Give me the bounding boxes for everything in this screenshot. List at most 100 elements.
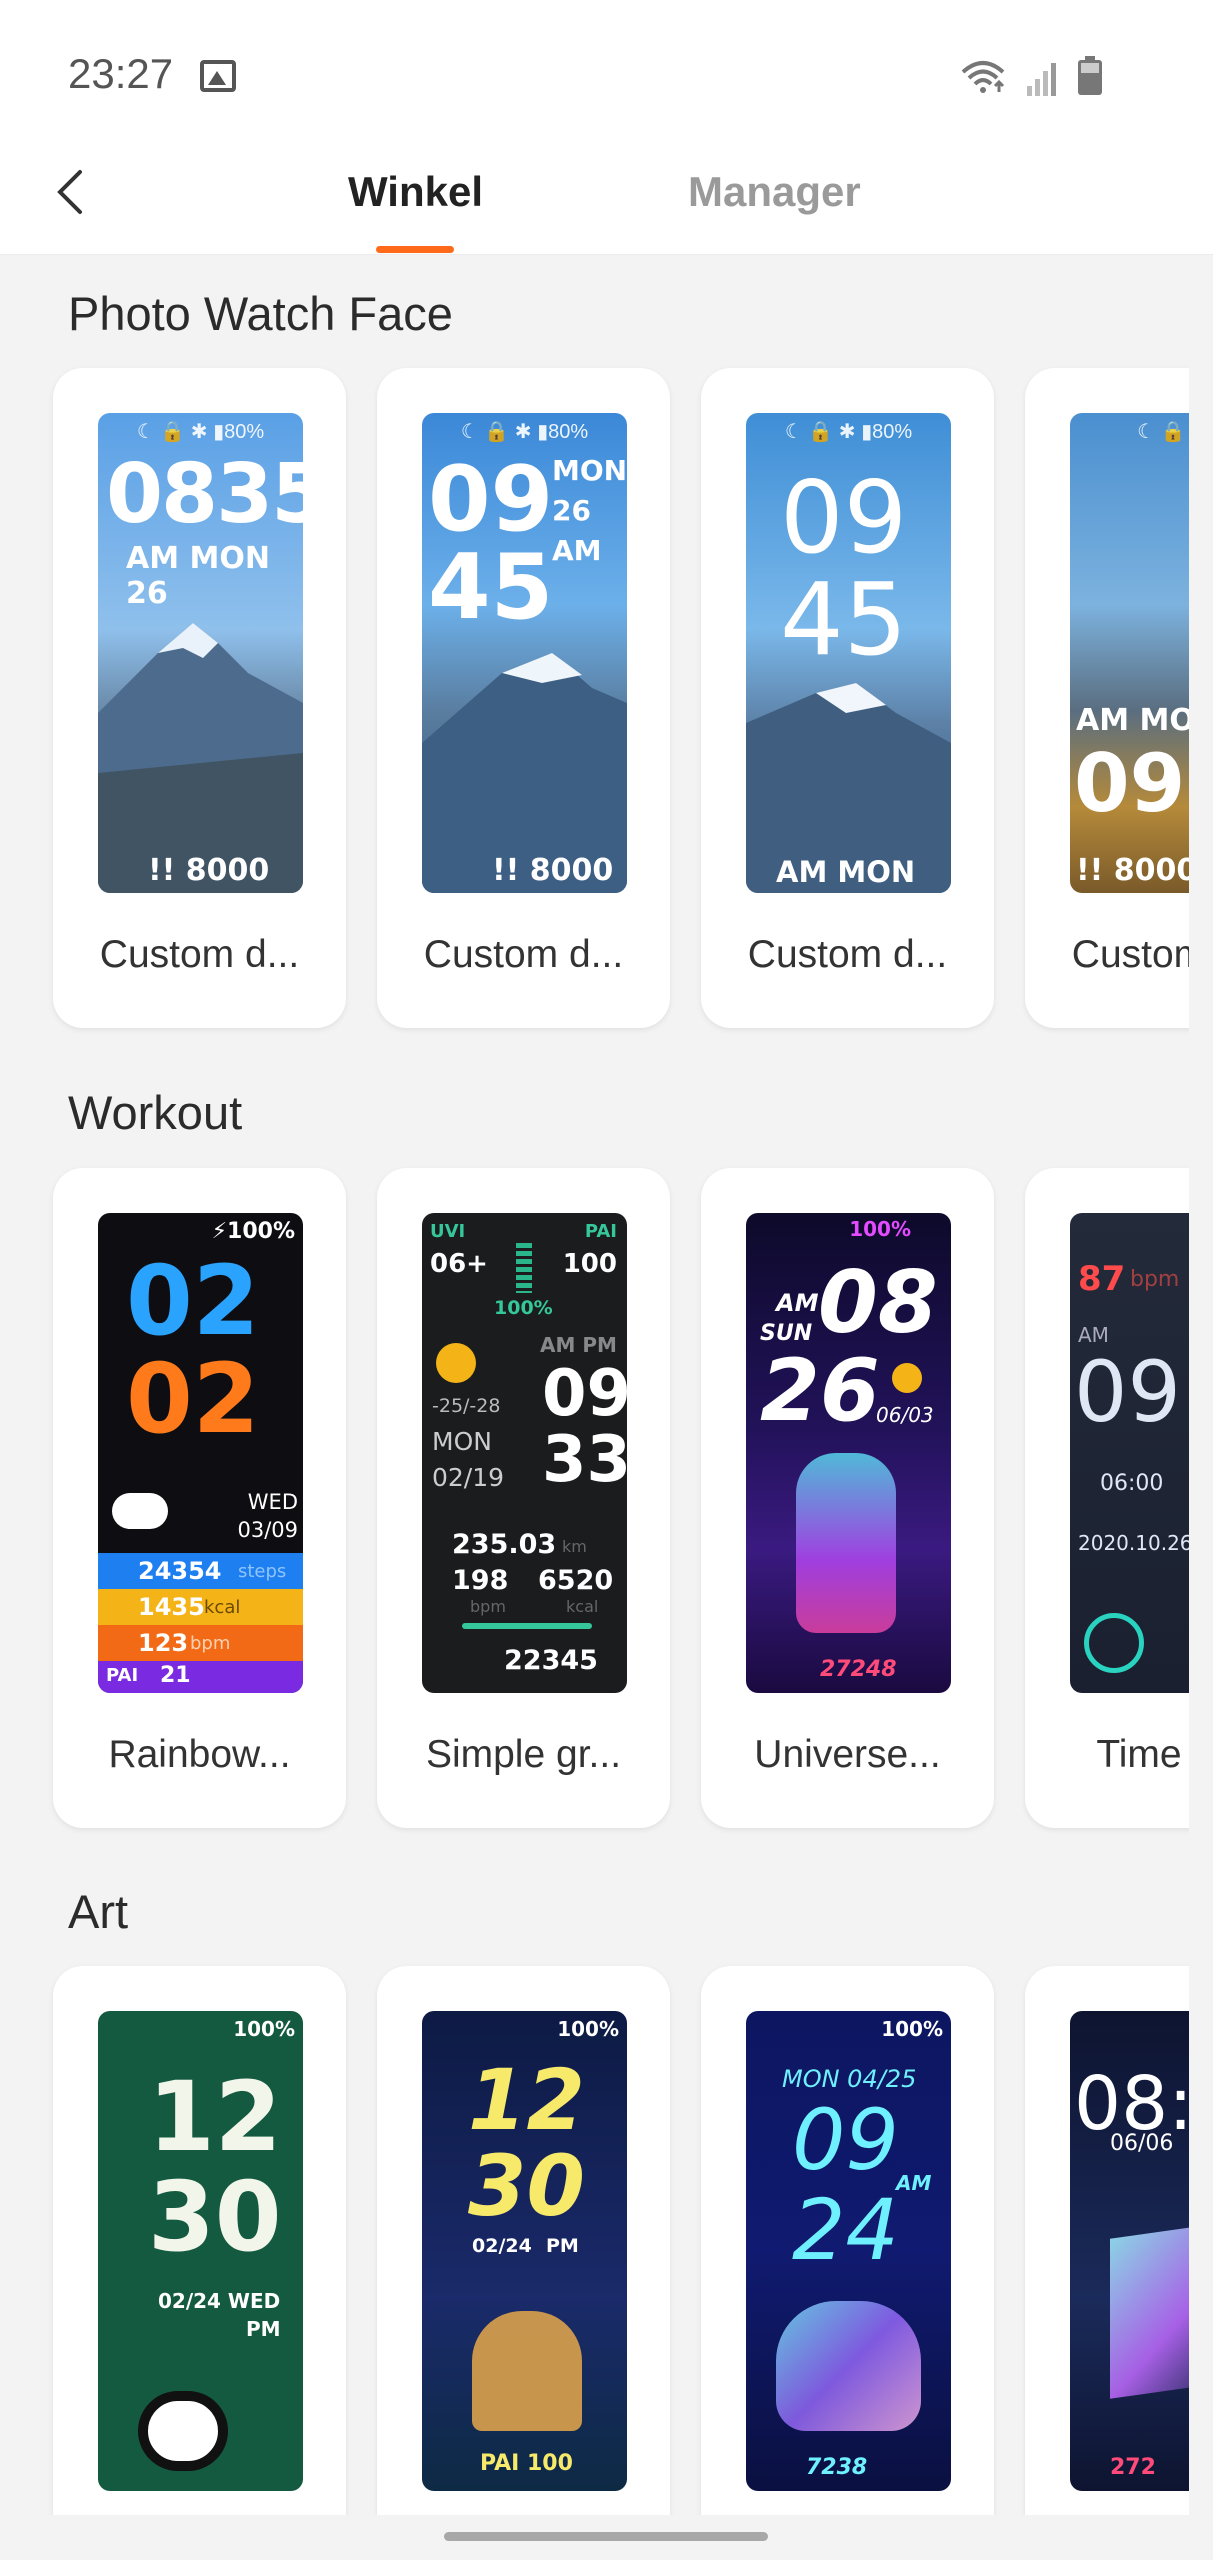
watch-face-preview: ☾ 🔒 ✱ AM MO 09 !! 8000	[1070, 413, 1189, 893]
face-status-icons: ☾ 🔒 ✱	[1137, 421, 1189, 443]
face-minute: 45	[428, 535, 554, 640]
face-pai: 21	[160, 1663, 191, 1688]
face-temp: -25/-28	[432, 1395, 501, 1417]
watch-face-card[interactable]: ☾ 🔒 ✱ ▮80% 09 45 AM MON 26 Custom d...	[701, 368, 994, 1028]
image-icon	[200, 60, 236, 92]
face-kcal-unit: kcal	[566, 1597, 599, 1616]
tab-manager[interactable]: Manager	[688, 168, 861, 216]
face-steps: 7238	[806, 2455, 868, 2480]
runner-illustration	[796, 1453, 896, 1633]
face-steps: 22345	[504, 1645, 598, 1676]
face-minute: 45	[780, 561, 908, 678]
face-ampm: PM	[246, 2317, 281, 2341]
status-time: 23:27	[68, 50, 174, 97]
watch-face-card[interactable]: 100% AM SUN 08 26 06/03 27248 Universe..…	[701, 1168, 994, 1828]
watch-face-preview: ⚡100% 02 02 WED 03/09 24354 steps 1435 k…	[98, 1213, 303, 1693]
face-date: MON 26 AM	[552, 454, 627, 567]
battery-icon	[1077, 56, 1103, 101]
face-ampm: PM	[546, 2235, 579, 2257]
active-tab-indicator	[376, 246, 454, 253]
face-kcal-unit: kcal	[204, 1597, 241, 1618]
guitarist-illustration	[472, 2311, 582, 2431]
face-hour: 12	[148, 2061, 282, 2173]
steps-ring	[1084, 1613, 1144, 1673]
card-label: Custom d...	[747, 933, 948, 976]
weather-icon	[112, 1493, 168, 1529]
watch-face-preview: ☾ 🔒 ✱ ▮80% 0835 AM MON 26 !! 8000	[98, 413, 303, 893]
section-title-art: Art	[68, 1885, 129, 1938]
card-label: Custom d...	[1071, 933, 1189, 976]
face-date: 2020.10.26	[1078, 1531, 1189, 1555]
face-steps-unit: steps	[238, 1561, 287, 1582]
face-hour: 08	[818, 1253, 938, 1353]
face-date: 02/24 WED	[158, 2289, 281, 2313]
face-date: 02/24	[472, 2235, 532, 2257]
face-hour: 12	[468, 2051, 585, 2149]
watch-face-preview: ☾ 🔒 ✱ ▮80% 09 45 MON 26 AM !! 8000	[422, 413, 627, 893]
watch-face-card[interactable]: 08: 06/06 272	[1025, 1966, 1189, 2515]
face-kcal: 6520	[538, 1565, 614, 1596]
face-hour: 02	[126, 1245, 260, 1357]
progress-bar	[462, 1623, 592, 1629]
top-nav: Winkel Manager	[0, 120, 1213, 255]
watch-face-preview: 08: 06/06 272	[1070, 2011, 1189, 2491]
face-pai-label: PAI	[106, 1665, 139, 1686]
face-uvi-label: UVI	[430, 1221, 466, 1242]
face-battery: 100%	[849, 1217, 911, 1241]
watch-face-card[interactable]: UVI 06+ PAI 100 100% AM PM 09 33 -25/-28…	[377, 1168, 670, 1828]
face-battery: ⚡100%	[211, 1219, 295, 1244]
face-minute: 02	[126, 1343, 260, 1455]
face-alarm: 06:00	[1100, 1471, 1164, 1496]
watch-face-preview: 100% AM SUN 08 26 06/03 27248	[746, 1213, 951, 1693]
face-steps: !! 8000	[148, 853, 270, 888]
face-steps: !! 8000	[492, 853, 614, 888]
face-date: 06/03	[876, 1403, 934, 1427]
watch-face-preview: 100% 12 30 02/24 PM PAI 100	[422, 2011, 627, 2491]
face-minute: 33	[542, 1423, 627, 1497]
watch-face-card[interactable]: ☾ 🔒 ✱ ▮80% 09 45 MON 26 AM !! 8000 Custo…	[377, 368, 670, 1028]
face-hour: 09	[780, 459, 908, 576]
face-minute: 30	[468, 2137, 585, 2235]
face-distance: 235.03	[452, 1529, 557, 1560]
workout-faces-row: ⚡100% 02 02 WED 03/09 24354 steps 1435 k…	[0, 1160, 1189, 1840]
face-ampm: AM	[896, 2171, 932, 2195]
card-label: Universe...	[754, 1733, 941, 1776]
watch-face-preview: ☾ 🔒 ✱ ▮80% 09 45 AM MON 26	[746, 413, 951, 893]
section-title-workout: Workout	[68, 1086, 243, 1139]
watch-face-card[interactable]: ☾ 🔒 ✱ ▮80% 0835 AM MON 26 !! 8000 Custom…	[53, 368, 346, 1028]
face-date: MON 04/25	[782, 2065, 917, 2093]
face-hr: 198	[452, 1565, 509, 1596]
art-faces-row: 100% 12 30 02/24 WED PM 100% 12 30 02/24…	[0, 1958, 1189, 2515]
face-hour: 09	[542, 1357, 627, 1431]
face-pai-label: PAI	[584, 1221, 617, 1242]
face-status-icons: ☾ 🔒 ✱ ▮80%	[460, 421, 589, 443]
face-day: MON	[432, 1427, 492, 1456]
face-steps: 27248	[820, 1657, 897, 1682]
home-indicator[interactable]	[444, 2532, 768, 2541]
watch-face-preview: 87 bpm AM 09: 06:00 2020.10.26	[1070, 1213, 1189, 1693]
face-status-icons: ☾ 🔒 ✱ ▮80%	[784, 421, 913, 443]
face-steps: 272	[1110, 2455, 1156, 2480]
face-date: 06/06	[1110, 2131, 1174, 2156]
face-minute: 24	[792, 2181, 899, 2279]
face-hour: 09:	[1074, 1343, 1189, 1441]
watch-face-card[interactable]: 100% 12 30 02/24 WED PM	[53, 1966, 346, 2515]
card-label: Custom d...	[99, 933, 300, 976]
watch-face-card[interactable]: ☾ 🔒 ✱ AM MO 09 !! 8000 Custom d...	[1025, 368, 1189, 1028]
tab-winkel[interactable]: Winkel	[348, 168, 483, 216]
face-battery: 100%	[233, 2017, 295, 2041]
watch-face-card[interactable]: 100% 12 30 02/24 PM PAI 100	[377, 1966, 670, 2515]
card-label: Custom d...	[423, 933, 624, 976]
chevron-left-icon	[57, 170, 82, 214]
face-steps: 24354	[138, 1557, 222, 1585]
face-date: 02/19	[432, 1463, 505, 1492]
face-dist-unit: km	[562, 1537, 587, 1556]
signal-icon	[1025, 60, 1059, 101]
watch-face-card[interactable]: 100% MON 04/25 09 AM 24 7238	[701, 1966, 994, 2515]
watch-face-card[interactable]: 87 bpm AM 09: 06:00 2020.10.26 Time a...	[1025, 1168, 1189, 1828]
face-date: AM MON 26	[776, 855, 916, 893]
face-hr-unit: bpm	[470, 1597, 506, 1616]
face-date: WED 03/09	[237, 1490, 298, 1542]
back-button[interactable]	[50, 162, 100, 222]
watch-face-card[interactable]: ⚡100% 02 02 WED 03/09 24354 steps 1435 k…	[53, 1168, 346, 1828]
